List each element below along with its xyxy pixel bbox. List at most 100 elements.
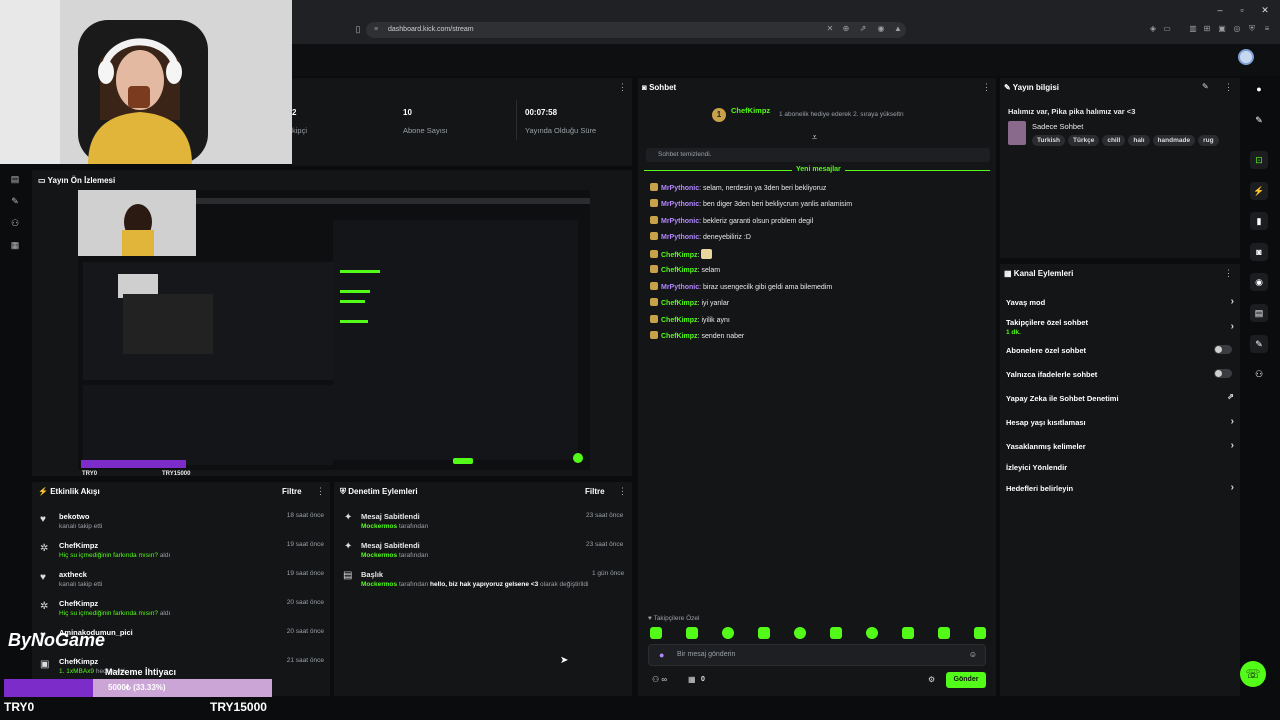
- chat-panel: ◙ Sohbet ⋮ 1 ChefKimpz 1 abonelik hediye…: [638, 78, 996, 696]
- broadcast-icon[interactable]: ◉: [1250, 273, 1268, 291]
- emote-button[interactable]: [758, 627, 770, 639]
- users-icon[interactable]: ⚇: [9, 218, 21, 230]
- vpn-icon[interactable]: ▣: [1217, 24, 1227, 34]
- emote-button[interactable]: [650, 627, 662, 639]
- edit-icon[interactable]: ✎: [1202, 82, 1209, 91]
- emote-button[interactable]: [866, 627, 878, 639]
- monetize-icon[interactable]: ▦: [9, 240, 21, 252]
- info-icon[interactable]: ●: [1250, 80, 1268, 98]
- emotes-only-toggle[interactable]: [1214, 369, 1232, 378]
- chat-user[interactable]: ChefKimpz: [661, 333, 698, 340]
- feed-user[interactable]: bekotwo: [59, 512, 89, 521]
- pencil-icon[interactable]: ✎: [1250, 111, 1268, 129]
- chat-user[interactable]: MrPythonic: [661, 284, 699, 291]
- chat-text: iyilik aynı: [701, 317, 730, 324]
- action-account-age[interactable]: Hesap yaşı kısıtlaması ›: [1006, 416, 1234, 427]
- tag[interactable]: handmade: [1152, 135, 1196, 146]
- minimize-button[interactable]: –: [1213, 4, 1227, 16]
- category-name[interactable]: Sadece Sohbet: [1032, 122, 1083, 131]
- mute-icon[interactable]: ✕: [825, 24, 835, 34]
- chat-user[interactable]: ChefKimpz: [661, 252, 698, 259]
- grid-rail-icon[interactable]: ⚇: [1250, 365, 1268, 383]
- share-icon[interactable]: ⇗: [858, 24, 868, 34]
- document-icon[interactable]: ▮: [1250, 212, 1268, 230]
- wallet-icon[interactable]: ◎: [1232, 24, 1242, 34]
- chat-rail-icon[interactable]: ◙: [1250, 243, 1268, 261]
- chat-settings-icon[interactable]: ⚙: [928, 675, 935, 684]
- feed-user[interactable]: ChefKimpz: [59, 541, 98, 550]
- category-thumbnail[interactable]: [1008, 121, 1026, 145]
- site-info-icon[interactable]: ≡: [374, 22, 378, 38]
- camera-icon[interactable]: ⊡: [1250, 151, 1268, 169]
- tag[interactable]: Turkish: [1032, 135, 1065, 146]
- reward-icon: ✲: [40, 601, 49, 612]
- emote-button[interactable]: [686, 627, 698, 639]
- close-window-button[interactable]: ✕: [1258, 4, 1272, 16]
- dashboard-icon[interactable]: ▤: [9, 174, 21, 186]
- stream-preview-video[interactable]: [78, 190, 590, 470]
- tab-search-icon[interactable]: ⊞: [1202, 24, 1212, 34]
- pinned-user[interactable]: ChefKimpz: [731, 106, 770, 115]
- action-banned-words[interactable]: Yasaklanmış kelimeler ›: [1006, 440, 1234, 451]
- maximize-button[interactable]: ▫: [1235, 4, 1249, 16]
- tools-icon[interactable]: ✎: [9, 196, 21, 208]
- emote-button[interactable]: [794, 627, 806, 639]
- lightning-rail-icon[interactable]: ⚡: [1250, 182, 1268, 200]
- menu-icon[interactable]: ≡: [1262, 24, 1272, 34]
- channel-actions-menu-icon[interactable]: ⋮: [1224, 268, 1233, 279]
- emote-button[interactable]: [974, 627, 986, 639]
- collapse-icon[interactable]: ⩡: [812, 132, 817, 143]
- emote-button[interactable]: [938, 627, 950, 639]
- action-host[interactable]: İzleyici Yönlendir: [1006, 463, 1234, 472]
- emote-picker-icon[interactable]: ☺: [969, 650, 977, 659]
- stream-info-menu-icon[interactable]: ⋮: [1224, 82, 1233, 93]
- extension-icon[interactable]: ◈: [1148, 24, 1158, 34]
- chat-user[interactable]: ChefKimpz: [661, 317, 698, 324]
- activity-filter-button[interactable]: Filtre: [282, 487, 302, 496]
- zoom-icon[interactable]: ⊕: [841, 24, 851, 34]
- tag[interactable]: Türkçe: [1068, 135, 1100, 146]
- feed-user[interactable]: ChefKimpz: [59, 657, 98, 666]
- stack-icon[interactable]: ▤: [1250, 304, 1268, 322]
- help-button[interactable]: ☏: [1240, 661, 1266, 687]
- avatar[interactable]: [1238, 49, 1254, 65]
- mod-user[interactable]: Mockermos: [361, 552, 397, 559]
- tools-rail-icon[interactable]: ✎: [1250, 335, 1268, 353]
- chat-user[interactable]: MrPythonic: [661, 201, 699, 208]
- subscribers-only-toggle[interactable]: [1214, 345, 1232, 354]
- stats-menu-icon[interactable]: ⋮: [618, 82, 627, 93]
- action-slow-mode[interactable]: Yavaş mod ›: [1006, 296, 1234, 307]
- action-goals[interactable]: Hedefleri belirleyin ›: [1006, 482, 1234, 493]
- chat-user[interactable]: ChefKimpz: [661, 267, 698, 274]
- action-ai-moderation[interactable]: Yapay Zeka ile Sohbet Denetimi ⇗: [1006, 392, 1234, 403]
- moderation-menu-icon[interactable]: ⋮: [618, 486, 627, 497]
- alert-ext-icon[interactable]: ▲: [893, 24, 903, 34]
- shield-icon[interactable]: ⛨: [1247, 24, 1257, 34]
- chat-user[interactable]: MrPythonic: [661, 218, 699, 225]
- sidebar-icon[interactable]: ▥: [1188, 24, 1198, 34]
- chat-menu-icon[interactable]: ⋮: [982, 82, 991, 93]
- chat-input[interactable]: ● Bir mesaj gönderin ☺: [648, 644, 986, 666]
- emote-button[interactable]: [830, 627, 842, 639]
- emote-button[interactable]: [722, 627, 734, 639]
- activity-menu-icon[interactable]: ⋮: [316, 486, 325, 497]
- mic-icon[interactable]: ●: [659, 650, 664, 660]
- chat-user[interactable]: MrPythonic: [661, 234, 699, 241]
- send-button[interactable]: Gönder: [946, 672, 986, 688]
- cast-icon[interactable]: ▭: [1162, 24, 1172, 34]
- tag[interactable]: halı: [1128, 135, 1150, 146]
- moderation-filter-button[interactable]: Filtre: [585, 487, 605, 496]
- mod-user[interactable]: Mockermos: [361, 581, 397, 588]
- action-followers-only[interactable]: Takipçilere özel sohbet 1 dk. ›: [1006, 318, 1234, 336]
- chat-user[interactable]: MrPythonic: [661, 185, 699, 192]
- shield-ext-icon[interactable]: ◉: [876, 24, 886, 34]
- tag[interactable]: rug: [1198, 135, 1219, 146]
- chat-user[interactable]: ChefKimpz: [661, 300, 698, 307]
- bookmark-icon[interactable]: ▯: [353, 24, 363, 34]
- emote-button[interactable]: [902, 627, 914, 639]
- tag[interactable]: chill: [1102, 135, 1126, 146]
- mod-user[interactable]: Mockermos: [361, 523, 397, 530]
- feed-user[interactable]: ChefKimpz: [59, 599, 98, 608]
- feed-user[interactable]: axtheck: [59, 570, 87, 579]
- users-settings-icon[interactable]: ⚇ ∞: [652, 675, 667, 684]
